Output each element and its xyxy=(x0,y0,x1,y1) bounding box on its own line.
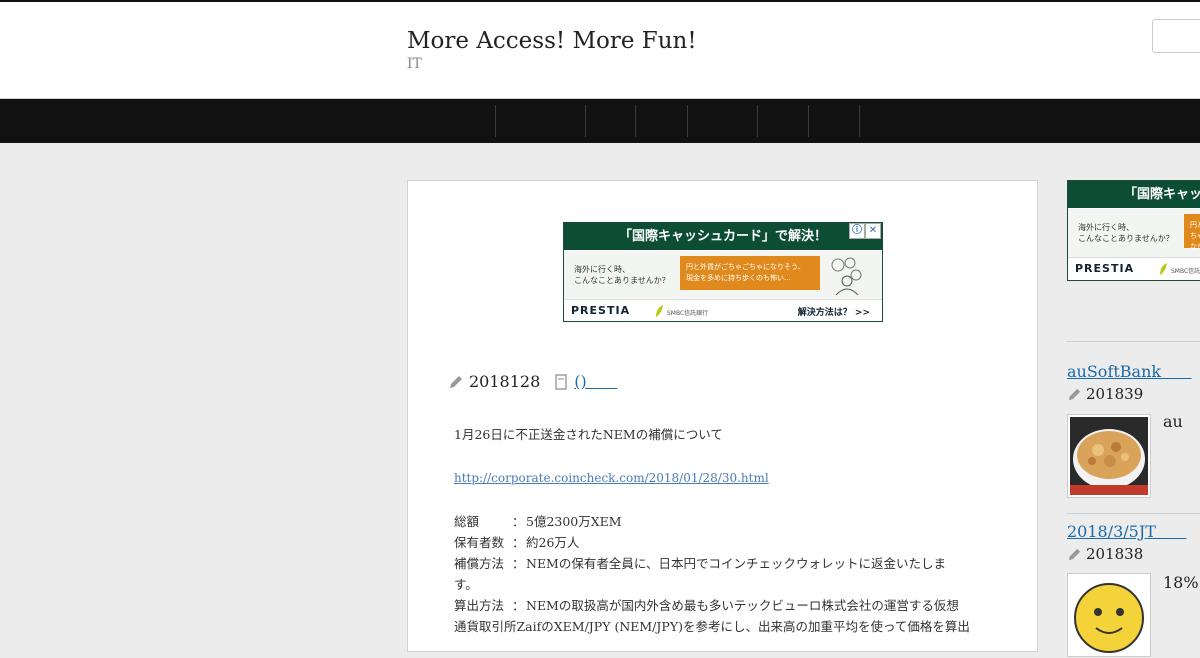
main-content: 「国際キャッシュカード」で解決！ ⓘ ✕ 海外に行く時、 こんなことありませんか… xyxy=(407,180,1038,652)
article-link[interactable]: http://corporate.coincheck.com/2018/01/2… xyxy=(454,471,769,485)
ad-headline: 「国際キャッシュカード」で解決！ ⓘ ✕ xyxy=(564,223,882,250)
ad-left-line2: こんなことありませんか？ xyxy=(574,276,670,285)
row-value: NEMの取扱高が国内外含め最も多いテックビューロ株式会社の運営する仮想 xyxy=(526,598,959,613)
category-icon xyxy=(555,373,567,390)
sidebar-ad-body: 海外に行く時、 こんなことありませんか？ 円と外貨がごちゃごちゃになりそう、 xyxy=(1068,209,1200,257)
sidebar-post-thumbnail[interactable] xyxy=(1067,573,1151,657)
sidebar-post-date: 201839 xyxy=(1067,385,1143,403)
nav-separator xyxy=(687,105,688,137)
sidebar-ad-left-text: 海外に行く時、 こんなことありませんか？ xyxy=(1078,222,1174,244)
ad-left-line1: 海外に行く時、 xyxy=(574,265,630,274)
ad-cta-link[interactable]: 解決方法は？ >> xyxy=(798,305,870,318)
main-navigation xyxy=(0,99,1200,143)
sidebar-post-date-text: 201838 xyxy=(1086,545,1144,563)
sidebar-ad-bank-name: SMBC信託銀行 xyxy=(1171,268,1200,275)
post-meta: 2018128 () xyxy=(448,372,617,391)
site-header: More Access! More Fun! IT xyxy=(0,2,1200,99)
sidebar-ad-headline: 「国際キャッシュカード」で解決！ xyxy=(1068,181,1200,229)
site-description: IT xyxy=(407,56,422,72)
nav-separator xyxy=(495,105,496,137)
nav-separator xyxy=(635,105,636,137)
sidebar-ad-orange-box: 円と外貨がごちゃごちゃになりそう、 xyxy=(1184,214,1200,251)
article-row: 補償方法： NEMの保有者全員に、日本円でコインチェックウォレットに返金いたしま xyxy=(454,553,994,574)
sidebar-post-date-text: 201839 xyxy=(1086,385,1144,403)
ad-orange-line1: 円と外貨がごちゃごちゃになりそう、 xyxy=(686,263,805,271)
ad-footer: PRESTIA SMBC信託銀行 解決方法は？ >> xyxy=(564,299,882,321)
sidebar-post-title[interactable]: auSoftBank xyxy=(1067,362,1192,381)
site-title[interactable]: More Access! More Fun! xyxy=(407,28,697,54)
ad-orange-line2: 現金を多めに持ち歩くのも怖い… xyxy=(686,274,791,282)
person-illustration-icon xyxy=(831,257,862,295)
search-input[interactable] xyxy=(1152,19,1200,53)
row-value: NEMの保有者全員に、日本円でコインチェックウォレットに返金いたしま xyxy=(526,556,946,571)
ad-bank-name: SMBC信託銀行 xyxy=(667,310,709,317)
article-row-continuation: す。 xyxy=(454,577,478,592)
ad-close-icon[interactable]: ✕ xyxy=(865,223,881,239)
nav-separator xyxy=(585,105,586,137)
sidebar-ad-brand: PRESTIA xyxy=(1075,262,1135,275)
row-key: 補償方法 xyxy=(454,556,505,571)
food-bowl-image-icon xyxy=(1070,417,1148,495)
article-row: 算出方法： NEMの取扱高が国内外含め最も多いテックビューロ株式会社の運営する仮想 xyxy=(454,595,994,616)
category-underline xyxy=(587,372,618,391)
sidebar-ad-banner[interactable]: 「国際キャッシュカード」で解決！ 海外に行く時、 こんなことありませんか？ 円と… xyxy=(1067,180,1200,281)
sidebar-post-excerpt: au xyxy=(1163,412,1183,431)
sidebar-post-link[interactable]: 2018/3/5JT xyxy=(1067,522,1156,541)
row-key: 算出方法 xyxy=(454,598,505,613)
row-key: 総額 xyxy=(454,514,480,529)
sidebar-ad-orange-line1: 円と外貨がごちゃごちゃになりそう、 xyxy=(1190,221,1200,251)
sidebar-post-date: 201838 xyxy=(1067,545,1143,563)
sidebar-ad-footer: PRESTIA SMBC信託銀行 xyxy=(1068,257,1200,280)
article-row: 総額： 5億2300万XEM xyxy=(454,511,994,532)
cartoon-image-icon xyxy=(1070,576,1148,654)
row-key: 保有者数 xyxy=(454,535,505,550)
ad-brand: PRESTIA xyxy=(571,304,631,317)
sidebar-post-thumbnail[interactable] xyxy=(1067,414,1151,498)
sidebar-post-title[interactable]: 2018/3/5JT xyxy=(1067,522,1186,541)
sidebar-post-link[interactable]: auSoftBank xyxy=(1067,362,1161,381)
nav-separator xyxy=(859,105,860,137)
ad-left-text: 海外に行く時、 こんなことありませんか？ xyxy=(574,264,670,286)
sidebar-ad-left-line1: 海外に行く時、 xyxy=(1078,223,1134,232)
ad-headline-text: 「国際キャッシュカード」で解決！ xyxy=(618,229,827,244)
sidebar-divider xyxy=(1067,341,1200,342)
ad-banner[interactable]: 「国際キャッシュカード」で解決！ ⓘ ✕ 海外に行く時、 こんなことありませんか… xyxy=(563,222,883,322)
nav-separator xyxy=(808,105,809,137)
post-category-link[interactable]: () xyxy=(574,372,586,391)
post-date: 2018128 xyxy=(469,372,541,391)
sidebar-post-excerpt: 18% xyxy=(1163,573,1199,592)
ad-orange-box: 円と外貨がごちゃごちゃになりそう、 現金を多めに持ち歩くのも怖い… xyxy=(680,256,820,290)
pencil-icon xyxy=(450,375,462,388)
pencil-icon xyxy=(1068,548,1081,560)
row-value: 約26万人 xyxy=(526,535,580,550)
sidebar-divider xyxy=(1067,513,1200,514)
article-row-continuation: 通貨取引所ZaifのXEM/JPY (NEM/JPY)を参考にし、出来高の加重平… xyxy=(454,619,970,634)
article-line-1: 1月26日に不正送金されたNEMの補償について xyxy=(454,427,723,442)
sidebar-ad-left-line2: こんなことありませんか？ xyxy=(1078,234,1174,243)
article-row: 保有者数：約26万人 xyxy=(454,532,994,553)
nav-separator xyxy=(757,105,758,137)
article-body: 1月26日に不正送金されたNEMの補償について http://corporate… xyxy=(454,424,994,637)
leaf-logo-icon xyxy=(656,305,663,317)
ad-info-icon[interactable]: ⓘ xyxy=(849,223,865,239)
row-value: 5億2300万XEM xyxy=(526,514,622,529)
leaf-logo-icon xyxy=(1160,263,1167,275)
ad-body: 海外に行く時、 こんなことありませんか？ 円と外貨がごちゃごちゃになりそう、 現… xyxy=(564,251,882,299)
pencil-icon xyxy=(1068,388,1081,400)
